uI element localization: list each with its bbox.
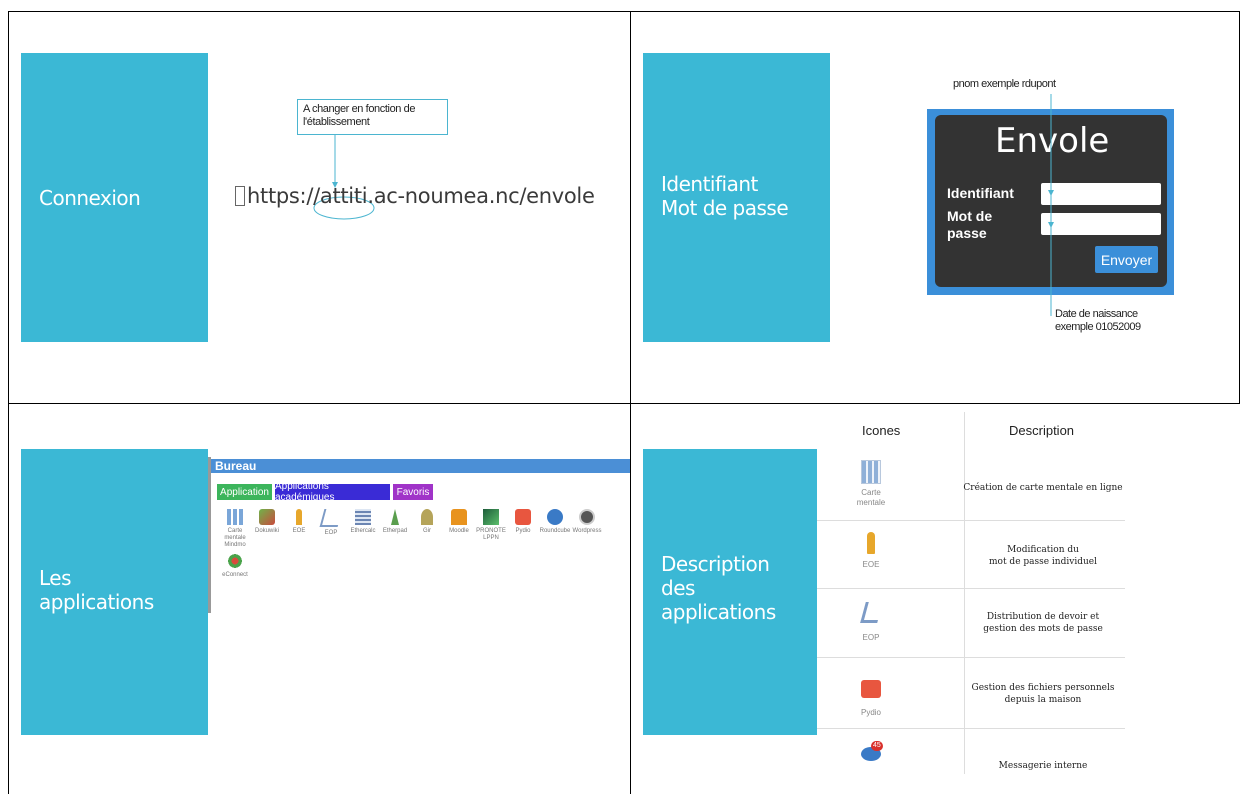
password-annotation: Date de naissance exemple 01052009	[1055, 308, 1141, 333]
spreadsheet-icon	[355, 509, 371, 525]
icon-cell: 45	[841, 741, 901, 761]
econnect-icon	[227, 553, 243, 569]
table-col-divider	[964, 412, 965, 774]
app-dokuwiki[interactable]: Dokuwiki	[249, 509, 285, 535]
app-pronote[interactable]: PRONOTE LPPN	[473, 509, 509, 542]
description-cell: Gestion des fichiers personnels depuis l…	[971, 683, 1115, 705]
url-link[interactable]: https://attiti.ac-noumea.nc/envole	[247, 184, 595, 208]
app-gir[interactable]: Gir	[409, 509, 445, 535]
app-wordpress[interactable]: Wordpress	[569, 509, 605, 535]
bureau-title: Bureau	[211, 459, 630, 473]
description-cell: Modification du mot de passe individuel	[989, 545, 1097, 567]
eop-icon	[319, 509, 343, 527]
key-icon	[296, 509, 302, 525]
row-line-4	[817, 728, 1125, 729]
slide-title: Identifiant Mot de passe	[661, 172, 789, 220]
app-eop[interactable]: EOP	[313, 509, 349, 537]
description-cell: Distribution de devoir et gestion des mo…	[983, 612, 1103, 634]
roundcube-icon	[547, 509, 563, 525]
pydio-icon	[861, 680, 881, 698]
app-moodle[interactable]: Moodle	[441, 509, 477, 535]
icon-cell: EOE	[841, 532, 901, 570]
row-line-1	[817, 520, 1125, 521]
app-econnect[interactable]: eConnect	[217, 553, 253, 579]
slide-connexion: Connexion A changer en fonction de l'éta…	[9, 12, 630, 403]
column-header-description: Description	[1009, 423, 1075, 438]
slide-title-box: Connexion	[21, 53, 208, 342]
app-etherpad[interactable]: Etherpad	[377, 509, 413, 535]
callout-connector	[313, 134, 375, 220]
slide-title: Connexion	[39, 186, 141, 210]
mindmap-icon	[861, 460, 881, 484]
app-eoe[interactable]: EOE	[281, 509, 317, 535]
key-icon	[867, 532, 875, 554]
gir-icon	[421, 509, 433, 525]
roundcube-icon: 45	[861, 741, 883, 761]
etherpad-icon	[391, 509, 399, 525]
wordpress-icon	[579, 509, 595, 525]
tab-applications-academiques[interactable]: Applications académiques	[275, 481, 390, 503]
bureau-window: Bureau Application Applications académiq…	[208, 457, 630, 613]
moodle-icon	[451, 509, 467, 525]
slide-title-box: Description des applications	[643, 449, 817, 735]
tab-favoris[interactable]: Favoris	[393, 484, 433, 500]
frame-right	[1239, 11, 1240, 403]
bureau-scrollbar[interactable]	[208, 457, 211, 613]
icon-cell: Carte mentale	[841, 460, 901, 508]
url-text[interactable]: https://attiti.ac-noumea.nc/envole	[235, 184, 595, 208]
slide-title-box: Les applications	[21, 449, 208, 735]
row-line-3	[817, 657, 1125, 658]
slide-title: Description des applications	[661, 552, 776, 624]
slide-identifiant: Identifiant Mot de passe pnom exemple rd…	[631, 12, 1239, 403]
bullet-glyph	[235, 186, 245, 206]
icon-cell: Pydio	[841, 680, 901, 718]
pydio-icon	[515, 509, 531, 525]
app-roundcube[interactable]: Roundcube	[537, 509, 573, 535]
row-line-2	[817, 588, 1125, 589]
description-cell: Messagerie interne	[998, 761, 1088, 771]
label-password: Mot de passe	[947, 208, 993, 241]
column-header-icons: Icones	[862, 423, 901, 438]
eop-icon	[859, 602, 883, 623]
envoyer-button[interactable]: Envoyer	[1095, 246, 1158, 273]
tab-application[interactable]: Application	[217, 484, 272, 500]
slide-title: Les applications	[39, 566, 154, 614]
icon-cell: EOP	[841, 602, 901, 643]
description-cell: Création de carte mentale en ligne	[963, 483, 1123, 493]
label-identifiant: Identifiant	[947, 185, 1014, 201]
pronote-icon	[483, 509, 499, 525]
slide-description: Description des applications Icones Desc…	[631, 404, 1243, 794]
annotation-lines	[1048, 94, 1054, 316]
slide-title-box: Identifiant Mot de passe	[643, 53, 830, 342]
slide-applications: Les applications Bureau Application Appl…	[9, 404, 630, 794]
dokuwiki-icon	[259, 509, 275, 525]
mindmap-icon	[227, 509, 243, 525]
app-carte-mentale[interactable]: Carte mentale Mindmo	[217, 509, 253, 549]
app-pydio[interactable]: Pydio	[505, 509, 541, 535]
app-ethercalc[interactable]: Ethercalc	[345, 509, 381, 535]
badge-count: 45	[871, 741, 883, 751]
